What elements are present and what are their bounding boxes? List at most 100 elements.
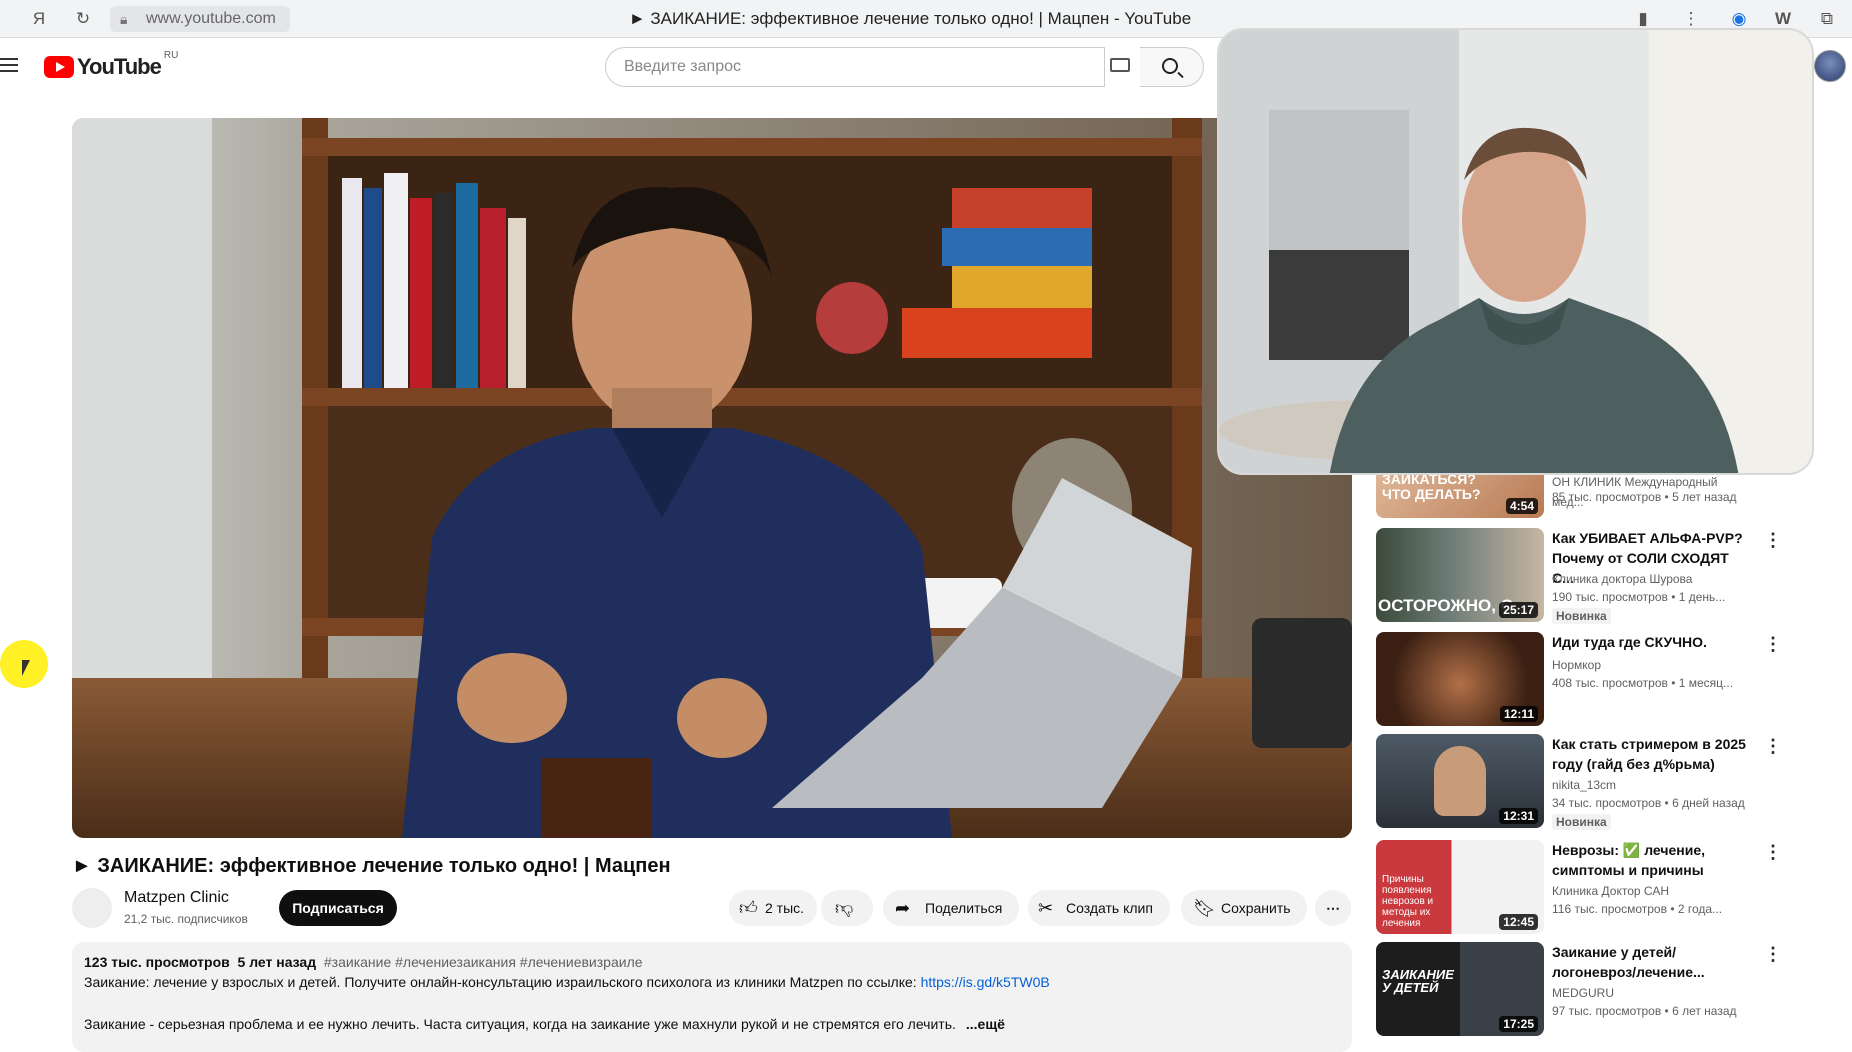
share-label: Поделиться: [925, 900, 1003, 916]
recommended-video[interactable]: 12:11 Иди туда где СКУЧНО. Нормкор 408 т…: [1376, 632, 1852, 728]
video-title[interactable]: Как стать стримером в 2025 году (гайд бе…: [1552, 734, 1752, 774]
yandex-icon[interactable]: Я: [28, 8, 50, 30]
thumbs-down-icon: 👎︎: [835, 898, 854, 918]
description-text-2: Заикание - серьезная проблема и ее нужно…: [84, 1016, 956, 1032]
video-duration: 17:25: [1499, 1016, 1538, 1032]
video-duration: 12:31: [1499, 808, 1538, 824]
video-title[interactable]: Иди туда где СКУЧНО.: [1552, 632, 1752, 652]
downloads-icon[interactable]: ⧉: [1816, 8, 1838, 30]
video-title: ► ЗАИКАНИЕ: эффективное лечение только о…: [72, 855, 671, 877]
recommended-video[interactable]: Причины появления неврозов и методы их л…: [1376, 840, 1852, 936]
extension-icon[interactable]: ◉: [1728, 8, 1750, 30]
like-count: 2 тыс.: [765, 900, 805, 916]
video-thumbnail[interactable]: Причины появления неврозов и методы их л…: [1376, 840, 1544, 934]
recommended-video[interactable]: 12:31 Как стать стримером в 2025 году (г…: [1376, 734, 1852, 830]
url-text: www.youtube.com: [146, 10, 276, 27]
logo-text: YouTube: [77, 54, 162, 79]
more-vert-icon[interactable]: ⋮: [1764, 530, 1782, 551]
more-vert-icon[interactable]: ⋮: [1764, 736, 1782, 757]
description-link[interactable]: https://is.gd/k5TW0B: [921, 974, 1050, 990]
more-vert-icon[interactable]: ⋮: [1764, 634, 1782, 655]
video-thumbnail[interactable]: ЗАИКАНИЕ У ДЕТЕЙ 17:25: [1376, 942, 1544, 1036]
video-duration: 25:17: [1499, 602, 1538, 618]
w-extension-icon[interactable]: W: [1772, 8, 1794, 30]
channel-name[interactable]: Клиника Доктор САН: [1552, 884, 1669, 898]
menu-icon[interactable]: [0, 54, 22, 76]
thumbnail-text: Причины появления неврозов и методы их л…: [1382, 874, 1434, 929]
video-views: 116 тыс. просмотров • 2 года...: [1552, 902, 1723, 916]
search-input[interactable]: Введите запрос: [605, 47, 1105, 87]
video-views: 190 тыс. просмотров • 1 день...: [1552, 590, 1726, 604]
clip-label: Создать клип: [1066, 900, 1153, 916]
more-horiz-icon: ⋯: [1326, 900, 1340, 916]
thumbs-up-icon: 👍︎: [739, 898, 758, 918]
video-duration: 12:11: [1499, 706, 1538, 722]
video-title[interactable]: Заикание у детей/ логоневроз/лечение...: [1552, 942, 1752, 982]
youtube-logo[interactable]: YouTube RU: [44, 50, 178, 80]
bookmark-icon[interactable]: ▮: [1632, 8, 1654, 30]
description-line-2: Заикание - серьезная проблема и ее нужно…: [84, 1016, 1005, 1032]
description-meta: 123 тыс. просмотров 5 лет назад #заикани…: [84, 954, 643, 970]
recommended-video[interactable]: ОСТОРОЖНО, С 25:17 Как УБИВАЕТ АЛЬФА-PVP…: [1376, 528, 1852, 624]
video-views: 408 тыс. просмотров • 1 месяц...: [1552, 676, 1734, 690]
webcam-frame: [1219, 30, 1812, 473]
subscriber-count: 21,2 тыс. подписчиков: [124, 912, 248, 926]
video-thumbnail[interactable]: 12:31: [1376, 734, 1544, 828]
save-label: Сохранить: [1221, 900, 1291, 916]
account-avatar[interactable]: [1814, 50, 1846, 82]
description-box[interactable]: 123 тыс. просмотров 5 лет назад #заикани…: [72, 942, 1352, 1052]
reload-icon[interactable]: ↻: [72, 8, 94, 30]
channel-avatar[interactable]: [72, 888, 112, 928]
description-line: Заикание: лечение у взрослых и детей. По…: [84, 974, 1050, 990]
subscribe-button[interactable]: Подписаться: [279, 890, 397, 926]
share-button[interactable]: ➦ Поделиться: [883, 890, 1019, 926]
video-thumbnail[interactable]: ОСТОРОЖНО, С 25:17: [1376, 528, 1544, 622]
keyboard-icon[interactable]: [1110, 58, 1130, 72]
video-duration: 12:45: [1499, 914, 1538, 930]
more-vert-icon[interactable]: ⋮: [1764, 842, 1782, 863]
new-badge: Новинка: [1552, 814, 1611, 830]
hashtags[interactable]: #заикание #лечениезаикания #лечениевизра…: [324, 954, 643, 970]
video-thumbnail[interactable]: 12:11: [1376, 632, 1544, 726]
view-count: 123 тыс. просмотров: [84, 954, 230, 970]
video-title[interactable]: Неврозы: ✅ лечение, симптомы и причины: [1552, 840, 1752, 880]
create-clip-button[interactable]: ✂ Создать клип: [1028, 890, 1170, 926]
channel-name[interactable]: Клиника доктора Шурова: [1552, 572, 1692, 586]
show-more-link[interactable]: ...ещё: [966, 1016, 1005, 1032]
thumbnail-text: ОСТОРОЖНО, С: [1378, 596, 1513, 615]
video-views: 97 тыс. просмотров • 6 лет назад: [1552, 1004, 1737, 1018]
streamer-face: [1434, 746, 1486, 816]
webcam-overlay: [1217, 28, 1814, 475]
channel-name[interactable]: MEDGURU: [1552, 986, 1614, 1000]
video-duration: 4:54: [1505, 498, 1538, 514]
more-actions-button[interactable]: ⋯: [1315, 890, 1351, 926]
bookmark-save-icon: 🔖︎: [1193, 898, 1216, 918]
video-player[interactable]: [72, 118, 1352, 838]
video-views: 85 тыс. просмотров • 5 лет назад: [1552, 490, 1737, 504]
address-bar[interactable]: 🔒︎ www.youtube.com: [110, 6, 290, 32]
lock-icon: 🔒︎: [120, 11, 128, 27]
search-icon: [1162, 58, 1178, 74]
more-vert-icon[interactable]: ⋮: [1764, 944, 1782, 965]
youtube-play-icon: [44, 56, 74, 78]
new-badge: Новинка: [1552, 608, 1611, 624]
channel-name[interactable]: Matzpen Clinic: [124, 889, 229, 907]
like-button[interactable]: 👍︎ 2 тыс.: [729, 890, 817, 926]
video-frame: [72, 118, 1352, 838]
channel-name[interactable]: Нормкор: [1552, 658, 1601, 672]
thumbnail-text: ЗАИКАНИЕ У ДЕТЕЙ: [1382, 967, 1454, 995]
save-button[interactable]: 🔖︎ Сохранить: [1181, 890, 1307, 926]
scissors-icon: ✂: [1038, 898, 1054, 918]
thumbnail-text: ЗАИКАТЬСЯ? ЧТО ДЕЛАТЬ?: [1382, 471, 1481, 502]
region-code: RU: [163, 49, 179, 61]
more-vert-icon[interactable]: ⋮: [1680, 8, 1702, 30]
tab-title: ► ЗАИКАНИЕ: эффективное лечение только о…: [628, 9, 1192, 28]
channel-name[interactable]: nikita_13cm: [1552, 778, 1616, 792]
recommended-video[interactable]: ЗАИКАНИЕ У ДЕТЕЙ 17:25 Заикание у детей/…: [1376, 942, 1852, 1038]
upload-age: 5 лет назад: [237, 954, 317, 970]
search-button[interactable]: [1140, 47, 1204, 87]
share-icon: ➦: [895, 898, 911, 918]
dislike-button[interactable]: 👎︎: [821, 890, 873, 926]
video-views: 34 тыс. просмотров • 6 дней назад: [1552, 796, 1745, 810]
description-text: Заикание: лечение у взрослых и детей. По…: [84, 974, 921, 990]
